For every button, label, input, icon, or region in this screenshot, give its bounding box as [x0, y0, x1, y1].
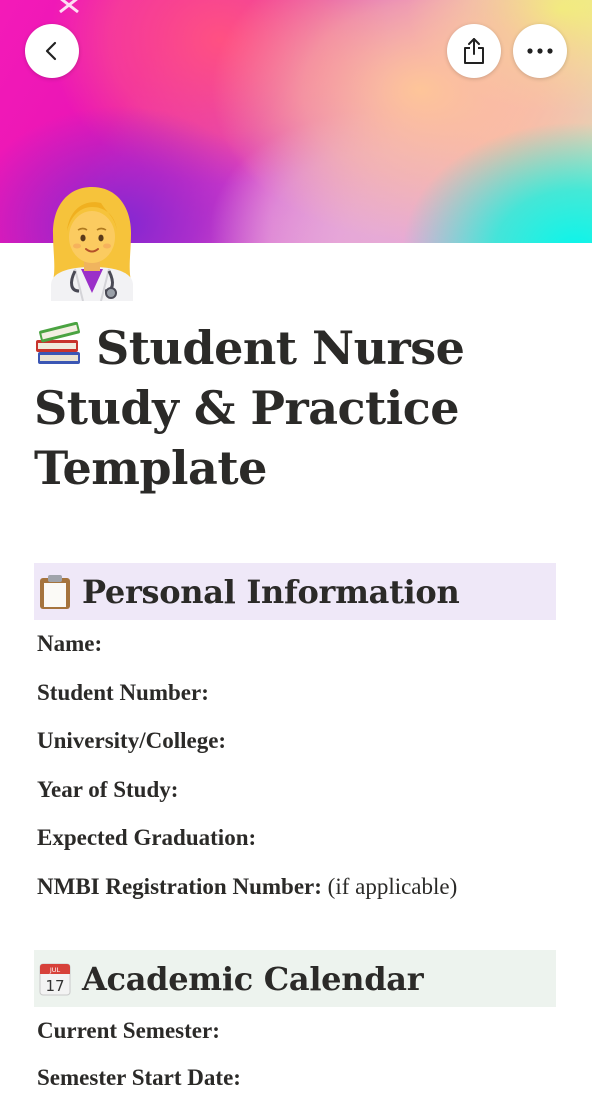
field-current-semester: Current Semester: — [37, 1016, 220, 1046]
section-header-academic-calendar: JUL 17 Academic Calendar — [34, 950, 556, 1007]
field-label: Student Number: — [37, 680, 209, 705]
clipboard-icon — [40, 574, 70, 609]
field-nmbi-registration-number: NMBI Registration Number: (if applicable… — [37, 872, 457, 902]
chevron-left-icon — [45, 41, 57, 61]
field-label: Semester Start Date: — [37, 1065, 241, 1090]
ellipsis-icon — [527, 48, 553, 54]
field-label: Current Semester: — [37, 1018, 220, 1043]
ribbon-icon — [59, 0, 79, 14]
field-expected-graduation: Expected Graduation: — [37, 823, 256, 853]
nurse-emoji-icon — [51, 187, 133, 301]
field-label: Year of Study: — [37, 777, 179, 802]
books-icon — [36, 322, 80, 364]
page-title-text: Student Nurse Study & Practice Template — [34, 321, 465, 495]
field-student-number: Student Number: — [37, 678, 209, 708]
field-semester-start-date: Semester Start Date: — [37, 1063, 241, 1093]
field-note: (if applicable) — [327, 874, 458, 899]
field-year-of-study: Year of Study: — [37, 775, 178, 805]
back-button[interactable] — [25, 24, 79, 78]
field-label: Expected Graduation: — [37, 825, 257, 850]
field-name: Name: — [37, 629, 102, 659]
section-header-personal-information: Personal Information — [34, 563, 556, 620]
field-label: University/College: — [37, 728, 227, 753]
section-heading: Academic Calendar — [82, 959, 424, 998]
section-heading: Personal Information — [82, 572, 460, 611]
calendar-day: 17 — [45, 977, 64, 995]
field-label: Name: — [37, 631, 103, 656]
field-university-college: University/College: — [37, 726, 226, 756]
calendar-month: JUL — [49, 966, 61, 974]
calendar-icon: JUL 17 — [39, 963, 71, 995]
page-title: Student Nurse Study & Practice Template — [34, 318, 554, 498]
share-icon — [464, 38, 484, 64]
more-options-button[interactable] — [513, 24, 567, 78]
share-button[interactable] — [447, 24, 501, 78]
field-label: NMBI Registration Number: — [37, 874, 322, 899]
